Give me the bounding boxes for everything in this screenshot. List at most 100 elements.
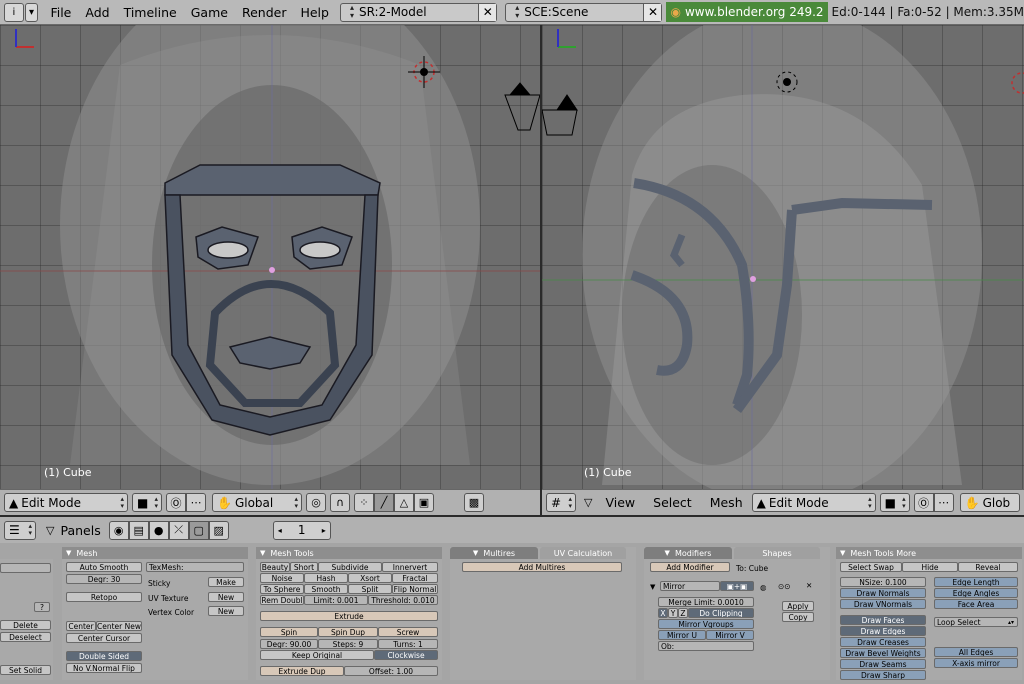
scene-context-icon[interactable]: ▨ [208, 520, 229, 540]
vertex-select-icon[interactable]: ⁘ [354, 493, 374, 512]
split-button[interactable]: Split [348, 584, 392, 594]
panel-title[interactable]: ▼ Mesh Tools More [836, 547, 1022, 559]
mode-selector[interactable]: ▲ Edit Mode ▴ ▾ [4, 493, 128, 512]
snap-magnet-icon[interactable]: ∩ [330, 493, 350, 512]
window-type-selector[interactable]: ☰ ▴ ▾ [4, 520, 36, 540]
set-solid-button[interactable]: Set Solid [0, 665, 51, 675]
face-area-toggle[interactable]: Face Area [934, 599, 1018, 609]
tab-shapes[interactable]: Shapes [734, 547, 820, 559]
add-multires-button[interactable]: Add Multires [462, 562, 622, 572]
subdivide-button[interactable]: Subdivide [318, 562, 382, 572]
face-select-icon[interactable]: △ [394, 493, 414, 512]
normal-size-field[interactable]: NSize: 0.100 [840, 577, 926, 587]
pivot-menu-icon[interactable]: ⋯ [933, 493, 954, 512]
xsort-button[interactable]: Xsort [348, 573, 392, 583]
close-icon[interactable]: ✕ [643, 3, 662, 21]
clockwise-toggle[interactable]: Clockwise [374, 650, 438, 660]
hide-button[interactable]: Hide [902, 562, 958, 572]
modifier-cage-icon[interactable]: ◍ [760, 583, 767, 592]
retopo-toggle[interactable]: Retopo [66, 592, 142, 602]
menu-view[interactable]: View [605, 495, 635, 510]
pivot-icon[interactable]: Ⓞ [166, 493, 186, 512]
menu-add[interactable]: Add [85, 5, 109, 20]
blender-website-link[interactable]: ◉ www.blender.org 249.2 [666, 2, 828, 22]
center-cursor-button[interactable]: Center Cursor [66, 633, 142, 643]
mirror-object-field[interactable]: Ob: [658, 641, 754, 651]
menu-render[interactable]: Render [242, 5, 287, 20]
deselect-button[interactable]: Deselect [0, 632, 51, 642]
double-sided-toggle[interactable]: Double Sided [66, 651, 142, 661]
menu-timeline[interactable]: Timeline [124, 5, 177, 20]
mirror-v-toggle[interactable]: Mirror V [706, 630, 754, 640]
x-axis-mirror-toggle[interactable]: X-axis mirror [934, 658, 1018, 668]
hash-button[interactable]: Hash [304, 573, 348, 583]
menu-help[interactable]: Help [300, 5, 329, 20]
extrude-dup-button[interactable]: Extrude Dup [260, 666, 344, 676]
modifier-expand-icon[interactable]: ▼ [650, 583, 655, 591]
offset-field[interactable]: Offset: 1.00 [344, 666, 438, 676]
collapse-menus-icon[interactable]: ▽ [46, 524, 54, 537]
threshold-field[interactable]: Threshold: 0.010 [368, 595, 438, 605]
mirror-modifier-name[interactable]: Mirror [660, 581, 720, 591]
draw-vnormals-toggle[interactable]: Draw VNormals [840, 599, 926, 609]
auto-smooth-toggle[interactable]: Auto Smooth [66, 562, 142, 572]
render-preview-icon[interactable]: ▩ [464, 493, 484, 512]
to-sphere-button[interactable]: To Sphere [260, 584, 304, 594]
scene-selector[interactable]: ▴ ▾ SCE:Scene ✕ [505, 2, 663, 22]
menu-select[interactable]: Select [653, 495, 692, 510]
vertex-color-new-button[interactable]: New [208, 606, 244, 616]
editing-context-icon[interactable]: ▢ [188, 520, 209, 540]
edge-length-toggle[interactable]: Edge Length [934, 577, 1018, 587]
do-clipping-toggle[interactable]: Do Clipping [688, 608, 754, 618]
keep-original-toggle[interactable]: Keep Original [260, 650, 374, 660]
center-new-button[interactable]: Center New [96, 621, 142, 631]
short-toggle[interactable]: Short [290, 562, 318, 572]
apply-modifier-button[interactable]: Apply [782, 601, 814, 611]
3d-viewport-front[interactable]: (1) Cube [0, 25, 540, 489]
tab-uv-calculation[interactable]: UV Calculation [540, 547, 626, 559]
menu-game[interactable]: Game [191, 5, 228, 20]
panel-title[interactable]: ▼ Mesh [62, 547, 248, 559]
draw-type-selector[interactable]: ■ ▴ ▾ [879, 493, 910, 512]
increment-arrow-icon[interactable]: ▸ [322, 526, 326, 535]
mirror-u-toggle[interactable]: Mirror U [658, 630, 706, 640]
edge-select-icon[interactable]: ╱ [374, 493, 394, 512]
delete-button[interactable]: Delete [0, 620, 51, 630]
beauty-toggle[interactable]: Beauty [260, 562, 290, 572]
decrement-arrow-icon[interactable]: ◂ [278, 526, 282, 535]
window-type-selector[interactable]: # ▴ ▾ [546, 493, 576, 512]
mirror-vgroups-toggle[interactable]: Mirror Vgroups [658, 619, 754, 629]
tab-modifiers[interactable]: ▼ Modifiers [644, 547, 732, 559]
logic-context-icon[interactable]: ◉ [108, 520, 129, 540]
reveal-button[interactable]: Reveal [958, 562, 1018, 572]
uv-texture-new-button[interactable]: New [208, 592, 244, 602]
noise-button[interactable]: Noise [260, 573, 304, 583]
mirror-x-toggle[interactable]: X [658, 608, 668, 618]
frame-number-field[interactable]: ◂ 1 ▸ [272, 520, 331, 540]
limit-field[interactable]: Limit: 0.001 [304, 595, 368, 605]
smooth-degree-field[interactable]: Degr: 30 [66, 574, 142, 584]
edge-angles-toggle[interactable]: Edge Angles [934, 588, 1018, 598]
loop-select-dropdown[interactable]: Loop Select ▴▾ [934, 617, 1018, 627]
turns-field[interactable]: Turns: 1 [378, 639, 438, 649]
spin-dup-button[interactable]: Spin Dup [318, 627, 378, 637]
merge-limit-field[interactable]: Merge Limit: 0.0010 [658, 597, 754, 607]
draw-creases-toggle[interactable]: Draw Creases [840, 637, 926, 647]
copy-modifier-button[interactable]: Copy [782, 612, 814, 622]
panel-title[interactable]: ▼ Mesh Tools [256, 547, 442, 559]
menu-mesh[interactable]: Mesh [710, 495, 743, 510]
script-context-icon[interactable]: ▤ [128, 520, 149, 540]
pivot-icon[interactable]: Ⓞ [913, 493, 934, 512]
remove-doubles-button[interactable]: Rem Doubl [260, 595, 304, 605]
move-up-down-icon[interactable]: ⊙⊙ [778, 582, 791, 591]
spin-degree-field[interactable]: Degr: 90.00 [260, 639, 318, 649]
header-collapse-button[interactable]: ▾ [24, 2, 39, 22]
window-type-info-icon[interactable]: i [4, 2, 24, 22]
screen-selector[interactable]: ▴ ▾ SR:2-Model ✕ [339, 2, 498, 22]
extrude-button[interactable]: Extrude [260, 611, 438, 621]
delete-modifier-icon[interactable]: ✕ [806, 581, 812, 590]
menu-file[interactable]: File [50, 5, 71, 20]
spin-button[interactable]: Spin [260, 627, 318, 637]
collapse-menus-icon[interactable]: ▽ [584, 496, 592, 509]
add-modifier-button[interactable]: Add Modifier [650, 562, 730, 572]
